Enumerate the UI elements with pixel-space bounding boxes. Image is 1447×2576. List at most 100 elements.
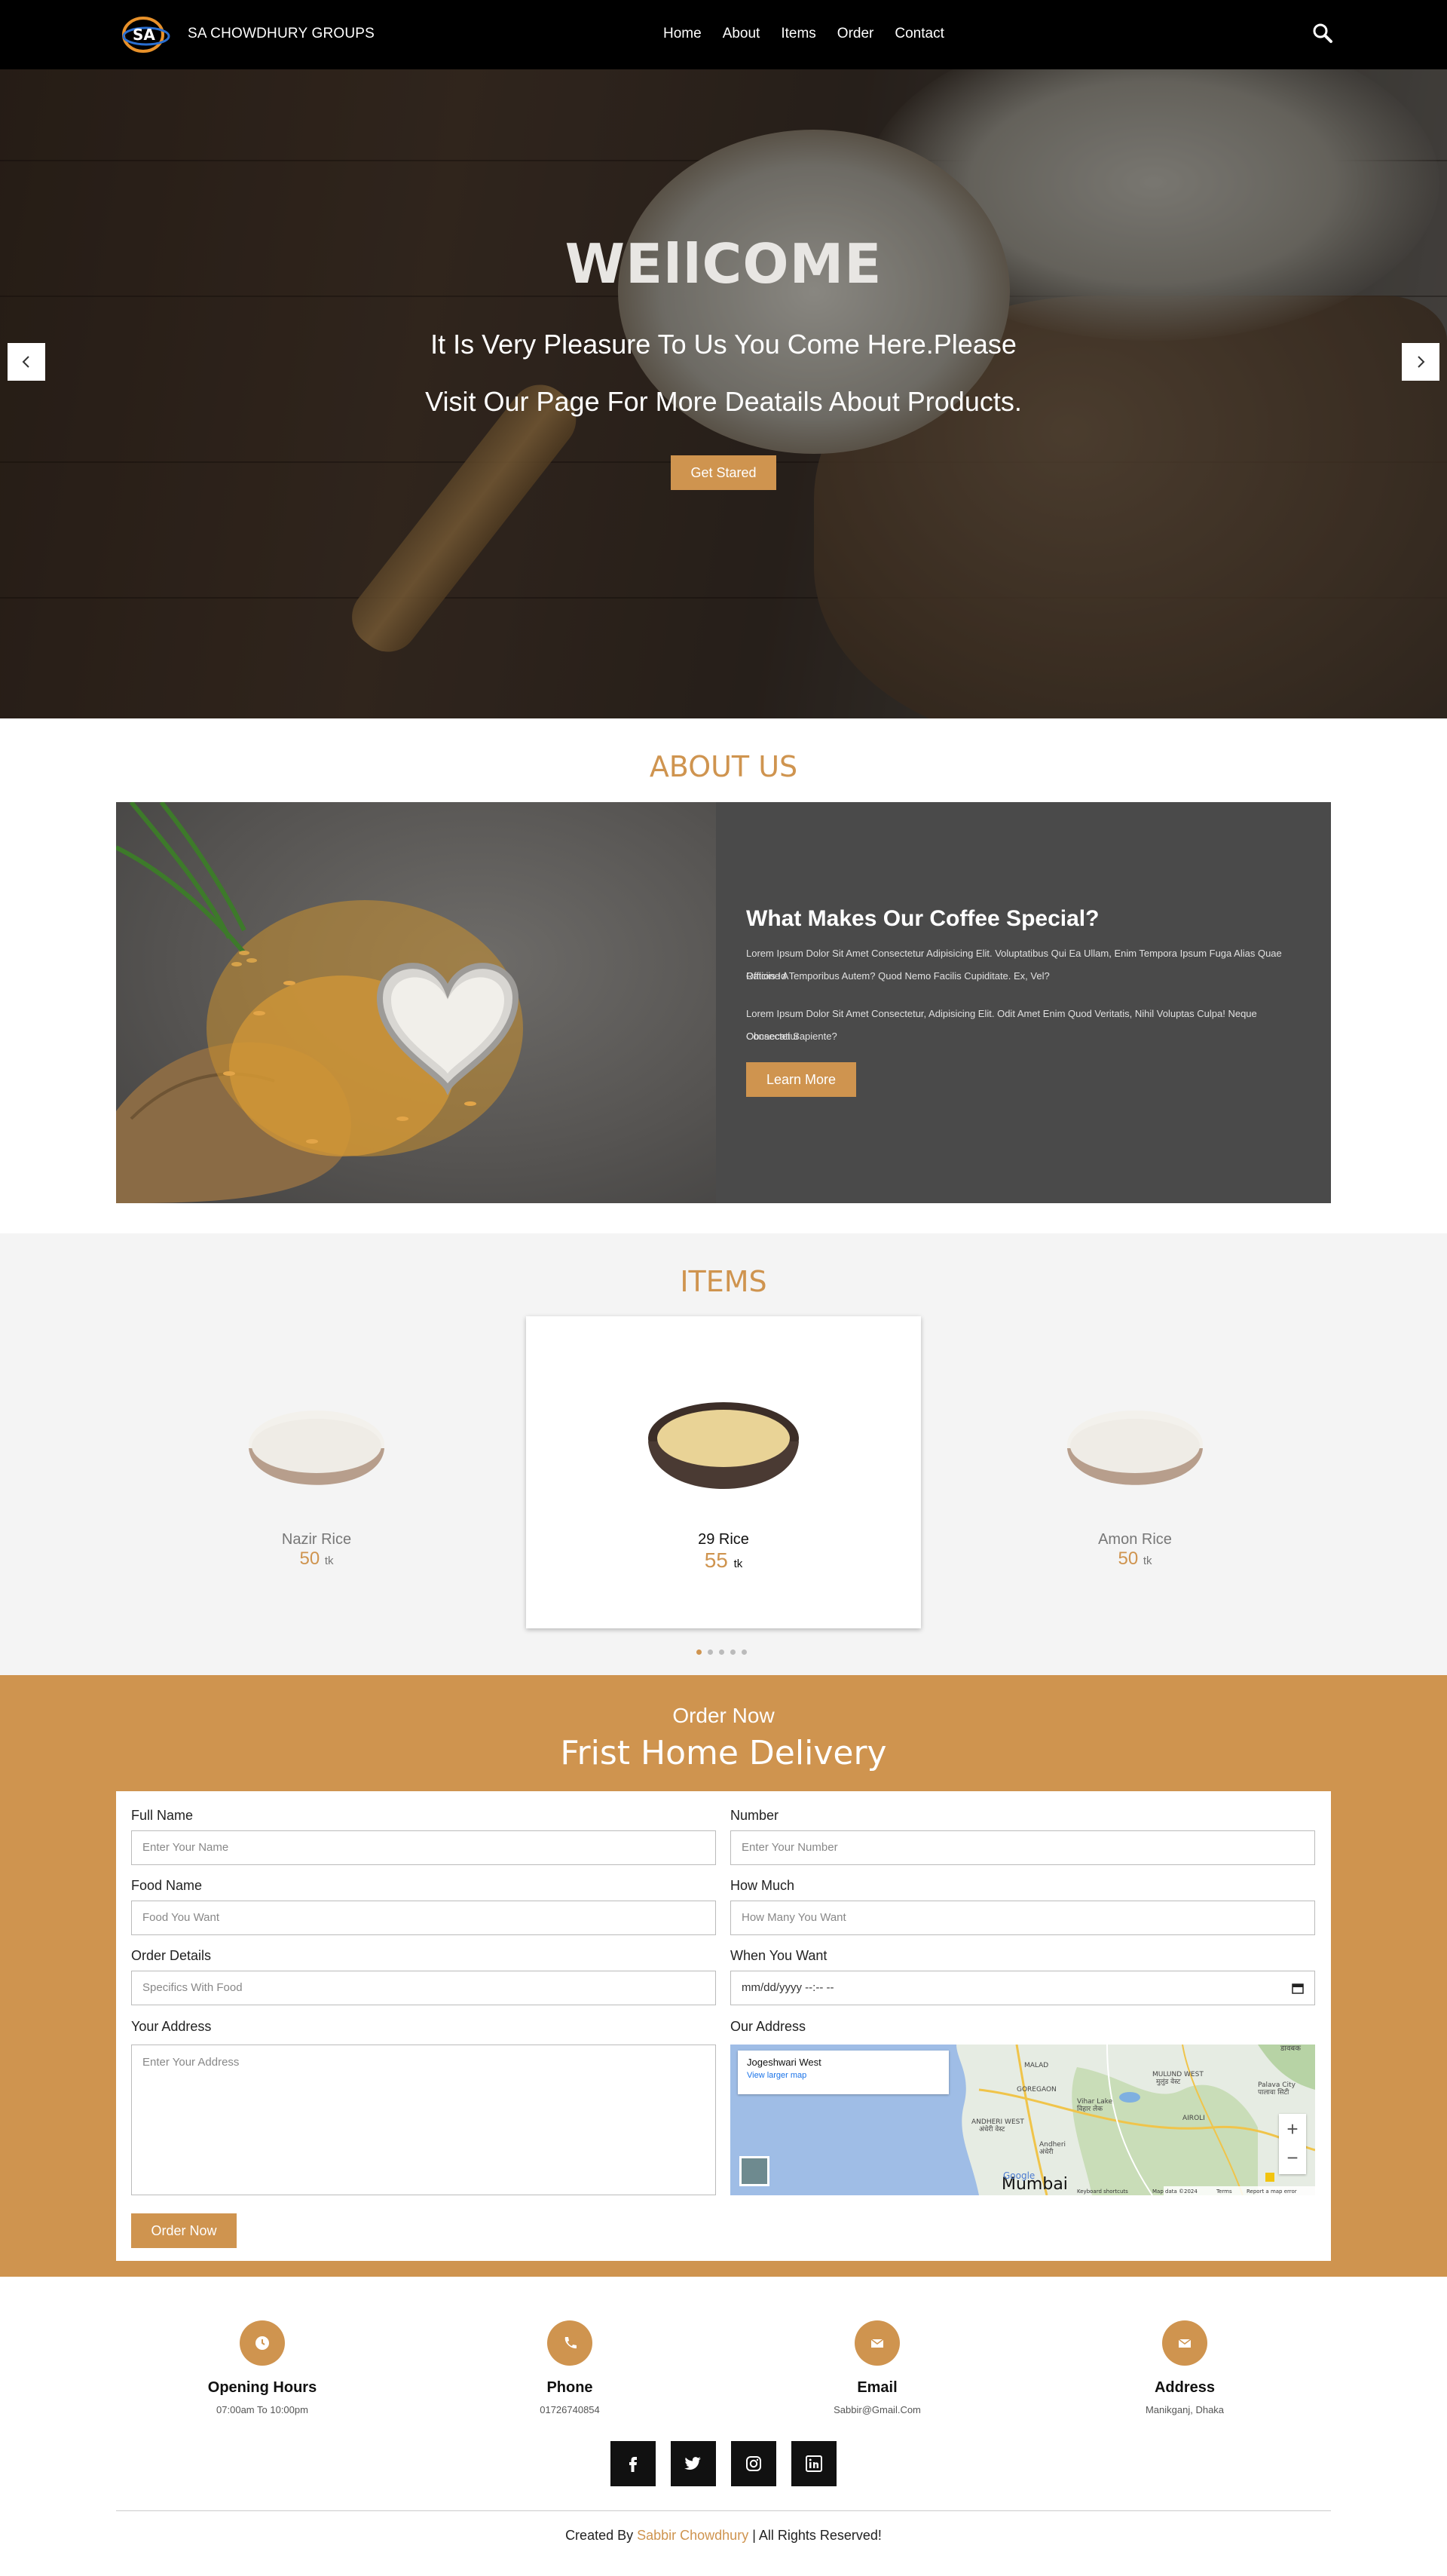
footer-prefix: Created By [565, 2528, 638, 2543]
items-section: ITEMS Nazir Rice 50 tk 29 Rice 55 tk Amo… [0, 1233, 1447, 1675]
carousel-dots [696, 1649, 747, 1655]
twitter-link[interactable] [671, 2441, 716, 2486]
item-card[interactable]: Nazir Rice 50 tk [211, 1399, 422, 1570]
address-label: Your Address [131, 2019, 212, 2034]
when-label: When You Want [730, 1948, 828, 1963]
map-footer-terms: Terms [1216, 2189, 1232, 2195]
contact-value: Sabbir@Gmail.Com [834, 2404, 921, 2415]
item-name: Nazir Rice [281, 1531, 352, 1548]
price-unit: tk [324, 1554, 334, 1567]
footer-author-link[interactable]: Sabbir Chowdhury [637, 2528, 748, 2543]
carousel-dot[interactable] [719, 1649, 724, 1655]
about-panel: What Makes Our Coffee Special? Lorem Ips… [716, 802, 1331, 1203]
map-label: Andheri [1039, 2141, 1066, 2149]
carousel-next-button[interactable] [1402, 343, 1439, 381]
item-name: Amon Rice [1098, 1531, 1172, 1548]
map-label: Palava City [1258, 2081, 1296, 2089]
calendar-icon[interactable] [1292, 1982, 1304, 1994]
datetime-placeholder: mm/dd/yyyy --:-- -- [742, 1981, 834, 1994]
rice-bowl-image [249, 1411, 384, 1485]
number-input[interactable]: Enter Your Number [730, 1830, 1315, 1865]
order-details-input[interactable]: Specifics With Food [131, 1971, 716, 2005]
map-label: डावबक [1280, 2045, 1301, 2053]
item-card[interactable]: Amon Rice 50 tk [1029, 1399, 1241, 1570]
carousel-prev-button[interactable] [8, 343, 45, 381]
our-address-label: Our Address [730, 2019, 806, 2034]
about-section-title: ABOUT US [649, 750, 798, 783]
map-label: विहार लेक [1077, 2104, 1103, 2113]
linkedin-link[interactable] [791, 2441, 837, 2486]
facebook-icon [629, 2457, 637, 2472]
brand-logo[interactable]: SA [116, 14, 172, 56]
address-textarea[interactable]: Enter Your Address [131, 2045, 716, 2195]
map-label: MULUND WEST [1152, 2071, 1204, 2078]
map-label: AIROLI [1182, 2115, 1205, 2122]
rice-bowl-image [648, 1402, 799, 1489]
price-value: 50 [1118, 1548, 1139, 1569]
how-much-input[interactable]: How Many You Want [730, 1901, 1315, 1935]
datetime-input[interactable]: mm/dd/yyyy --:-- -- [730, 1971, 1315, 2005]
carousel-dot[interactable] [730, 1649, 736, 1655]
learn-more-button[interactable]: Learn More [746, 1062, 856, 1097]
item-price: 55 tk [526, 1548, 921, 1573]
carousel-dot[interactable] [742, 1649, 747, 1655]
map-footer-report: Report a map error [1247, 2189, 1297, 2195]
hero-text-line-1: It Is Very Pleasure To Us You Come Here.… [430, 329, 1017, 360]
rice-bowl-image [1067, 1411, 1203, 1485]
price-value: 50 [299, 1548, 320, 1569]
full-name-input[interactable]: Enter Your Name [131, 1830, 716, 1865]
order-title: Frist Home Delivery [560, 1734, 887, 1772]
nav-link-items[interactable]: Items [781, 26, 815, 42]
item-name: 29 Rice [698, 1531, 749, 1548]
map-label: Vihar Lake [1077, 2098, 1113, 2106]
zoom-out-button[interactable]: − [1279, 2144, 1306, 2174]
order-now-button[interactable]: Order Now [131, 2213, 237, 2248]
carousel-dot[interactable] [708, 1649, 713, 1655]
footer-suffix: | All Rights Reserved! [748, 2528, 882, 2543]
map-label: अंधेरी वेस्ट [979, 2124, 1005, 2133]
order-details-label: Order Details [131, 1948, 212, 1963]
view-larger-map-link[interactable]: View larger map [747, 2071, 940, 2080]
envelope-icon [1162, 2320, 1207, 2366]
envelope-icon [855, 2320, 900, 2366]
food-name-input[interactable]: Food You Want [131, 1901, 716, 1935]
map-satellite-toggle[interactable] [739, 2156, 769, 2186]
number-label: Number [730, 1808, 779, 1823]
instagram-link[interactable] [731, 2441, 776, 2486]
how-much-label: How Much [730, 1878, 795, 1893]
map-place-card: Jogeshwari West View larger map [738, 2051, 949, 2094]
map-label: अंधेरी [1039, 2147, 1054, 2156]
nav-link-order[interactable]: Order [837, 26, 874, 42]
navbar: SA SA CHOWDHURY GROUPS Home About Items … [0, 0, 1447, 69]
zoom-in-button[interactable]: + [1279, 2114, 1306, 2144]
contact-value: 07:00am To 10:00pm [216, 2404, 308, 2415]
order-section: Order Now Frist Home Delivery Full Name … [0, 1675, 1447, 2277]
contact-title: Address [1154, 2379, 1216, 2396]
full-name-label: Full Name [131, 1808, 194, 1823]
order-subtitle: Order Now [672, 1704, 775, 1727]
contact-value: Manikganj, Dhaka [1145, 2404, 1225, 2415]
contact-email: Email Sabbir@Gmail.Com [764, 2320, 990, 2415]
price-unit: tk [733, 1558, 743, 1570]
order-form: Full Name Enter Your Name Number Enter Y… [116, 1791, 1331, 2261]
chevron-right-icon [1418, 356, 1425, 368]
carousel-dot[interactable] [696, 1649, 702, 1655]
nav-link-about[interactable]: About [723, 26, 760, 42]
map-place-name: Jogeshwari West [747, 2057, 821, 2068]
item-card-featured[interactable]: 29 Rice 55 tk [526, 1316, 921, 1628]
contact-title: Opening Hours [207, 2379, 317, 2396]
search-icon[interactable] [1312, 23, 1333, 44]
hero-title: WEllCOME [564, 232, 883, 296]
nav-link-contact[interactable]: Contact [895, 26, 944, 42]
brand-name[interactable]: SA CHOWDHURY GROUPS [188, 26, 375, 42]
nav-link-home[interactable]: Home [663, 26, 702, 42]
about-heading: What Makes Our Coffee Special? [746, 906, 1100, 931]
hero-text-line-2: Visit Our Page For More Deatails About P… [425, 386, 1022, 417]
google-map[interactable]: डावबक MULUND WEST मुलुंड वेस्ट Palava Ci… [730, 2045, 1315, 2195]
footer-credit: Created By Sabbir Chowdhury | All Rights… [0, 2528, 1447, 2544]
map-zoom-controls: + − [1279, 2114, 1306, 2174]
footer-divider [116, 2510, 1331, 2511]
get-started-button[interactable]: Get Stared [671, 455, 776, 490]
phone-icon [547, 2320, 592, 2366]
facebook-link[interactable] [610, 2441, 656, 2486]
